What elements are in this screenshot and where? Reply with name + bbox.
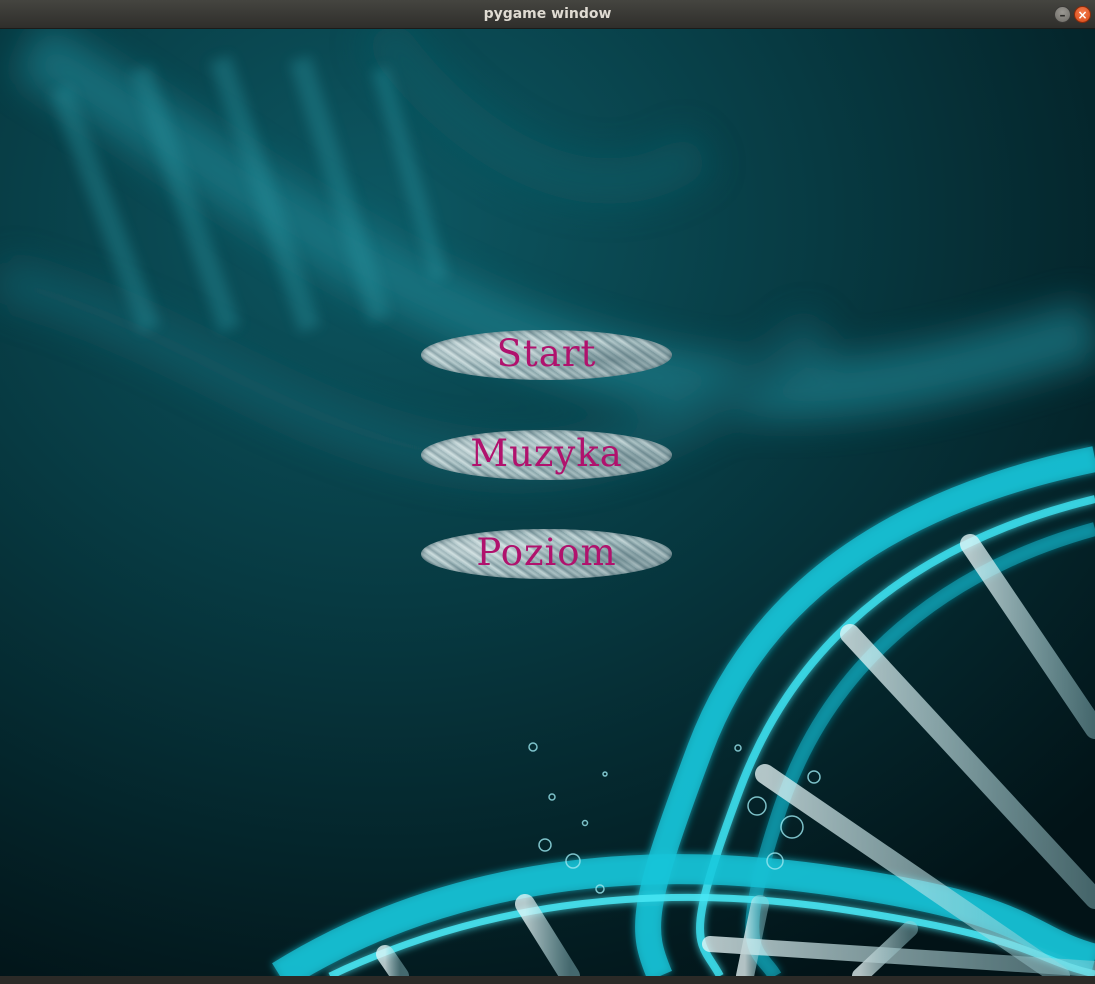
start-button-label: Start: [496, 332, 597, 375]
title-bar[interactable]: pygame window – ×: [0, 0, 1095, 29]
music-button-label: Muzyka: [470, 432, 623, 475]
start-button[interactable]: Start: [421, 330, 672, 380]
window-bottom-border: [0, 976, 1095, 984]
level-button-label: Poziom: [476, 531, 617, 574]
window-title: pygame window: [483, 6, 612, 22]
dna-background: [0, 29, 1095, 976]
minimize-icon: –: [1059, 8, 1066, 22]
minimize-button[interactable]: –: [1054, 6, 1071, 23]
pygame-window: pygame window – × Start Muzyka Poziom: [0, 0, 1095, 984]
game-canvas: Start Muzyka Poziom: [0, 29, 1095, 976]
close-icon: ×: [1077, 8, 1088, 22]
music-button[interactable]: Muzyka: [421, 430, 672, 480]
level-button[interactable]: Poziom: [421, 529, 672, 579]
close-button[interactable]: ×: [1074, 6, 1091, 23]
